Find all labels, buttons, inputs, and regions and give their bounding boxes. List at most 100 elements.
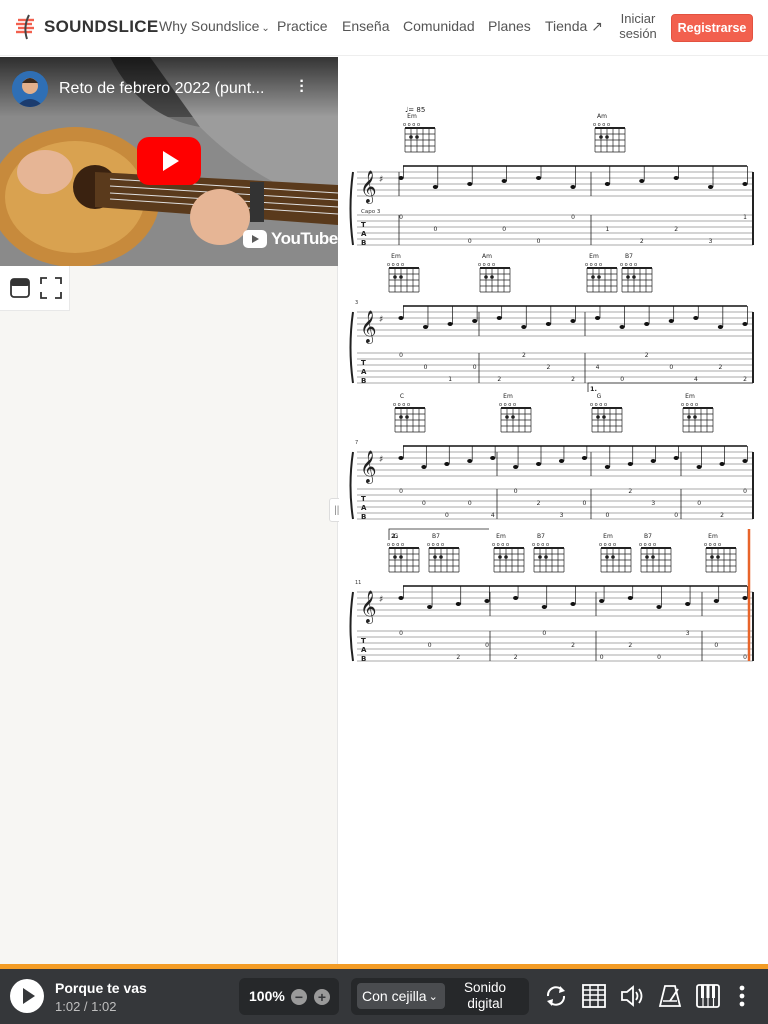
system-4-note [742, 596, 748, 600]
system-2-tab-number: 0 [669, 364, 673, 371]
piano-icon[interactable] [695, 983, 721, 1009]
system-4-chord-2-dot [504, 555, 508, 559]
system-2-note [496, 316, 502, 320]
system-1-treble-clef: 𝄞 [360, 170, 377, 204]
system-3-chord-0-label: C [400, 393, 404, 400]
nav-tienda[interactable]: Tienda ↗ [545, 18, 603, 35]
fretboard-grid-icon[interactable] [581, 983, 607, 1009]
nav-planes[interactable]: Planes [488, 18, 531, 34]
signup-button[interactable]: Registrarse [671, 14, 753, 42]
system-2-chord-1-dot [490, 275, 494, 279]
system-1-tab-number: 0 [571, 214, 575, 221]
system-4-tab-b: B [361, 655, 366, 663]
sound-options: Con cejilla ⌄ Sonido digital [351, 978, 529, 1015]
play-button[interactable] [10, 979, 44, 1013]
system-4-note [398, 596, 404, 600]
system-3-chord-2-dot [602, 415, 606, 419]
notation-score[interactable]: ♩= 85 Capo 3 𝄞 ♯ T A B Em o o o o Am o o o o000000… [339, 57, 768, 964]
more-options-icon[interactable] [732, 983, 752, 1009]
sound-toggle[interactable]: Sonido digital [459, 980, 511, 1012]
system-3-chord-0-dot [405, 415, 409, 419]
zoom-out-icon[interactable]: − [291, 989, 307, 1005]
system-3-note [673, 456, 679, 460]
volume-icon[interactable] [619, 983, 645, 1009]
system-2-tab-number: 4 [694, 376, 698, 383]
system-3-note [742, 459, 748, 463]
system-1-tab-a: A [361, 230, 367, 238]
system-2-tab-number: 2 [497, 376, 501, 383]
video-title[interactable]: Reto de febrero 2022 (punt... [59, 80, 264, 98]
avatar-icon [12, 71, 48, 107]
system-3-chord-2-label: G [597, 393, 602, 400]
system-2-chord-3-dot [632, 275, 636, 279]
system-4-chord-2-dot [498, 555, 502, 559]
layout-toggle-icon[interactable] [10, 278, 30, 298]
system-2-tab-number: 0 [424, 364, 428, 371]
system-4-tab-number: 0 [657, 654, 661, 661]
system-2-chord-3-label: B7 [625, 253, 633, 260]
system-3-tab-number: 3 [560, 512, 564, 519]
system-1-note [398, 176, 404, 180]
system-4-treble-clef: 𝄞 [360, 590, 377, 624]
video-more-icon[interactable]: · · · [296, 74, 308, 100]
nav-why-soundslice[interactable]: Why Soundslice ⌄ [159, 18, 270, 34]
system-2-tab-number: 2 [743, 376, 747, 383]
system-3-note [513, 465, 519, 469]
system-2-tab-number: 1 [448, 376, 452, 383]
nav-ensena[interactable]: Enseña [342, 18, 389, 34]
system-4-chord-0-dot [393, 555, 397, 559]
system-3-tab-number: 4 [491, 512, 495, 519]
youtube-play-icon[interactable] [137, 137, 201, 185]
system-4-chord-3-dot [544, 555, 548, 559]
system-3-tab-number: 0 [445, 512, 449, 519]
system-2-measure-number: 3 [355, 300, 358, 306]
system-4-chord-1-dot [439, 555, 443, 559]
system-4-note [427, 605, 433, 609]
channel-avatar[interactable] [12, 71, 48, 107]
zoom-in-icon[interactable]: + [314, 989, 330, 1005]
nav-comunidad[interactable]: Comunidad [403, 18, 475, 34]
system-2-tab-number: 0 [620, 376, 624, 383]
system-3-chord-3-dot [687, 415, 691, 419]
system-3-tab-number: 0 [674, 512, 678, 519]
login-link[interactable]: Iniciar sesión [619, 11, 657, 41]
loop-icon[interactable] [543, 983, 569, 1009]
system-2-key-signature: ♯ [379, 315, 383, 325]
fullscreen-icon[interactable] [40, 277, 62, 299]
system-3-tab-number: 0 [422, 500, 426, 507]
system-2-note [742, 322, 748, 326]
system-3-tab-t: T [361, 495, 366, 503]
system-4-note [513, 596, 519, 600]
view-tools [0, 266, 70, 311]
metronome-icon[interactable] [657, 983, 683, 1009]
system-2-chord-1-label: Am [482, 253, 492, 260]
zoom-control: 100% − + [239, 978, 339, 1015]
system-2-chord-0-dot [393, 275, 397, 279]
nav-practice[interactable]: Practice [277, 18, 328, 34]
youtube-logo[interactable]: YouTube [243, 229, 338, 249]
system-4-note [627, 596, 633, 600]
capo-select[interactable]: Con cejilla ⌄ [357, 983, 445, 1009]
system-1-note [501, 179, 507, 183]
system-4-chord-3-dot [538, 555, 542, 559]
system-3-tab-number: 2 [720, 512, 724, 519]
capo-label: Capo 3 [361, 209, 381, 215]
soundslice-logo[interactable]: SOUNDSLICE [14, 14, 158, 40]
system-4-tab-number: 2 [571, 642, 575, 649]
youtube-video[interactable]: Reto de febrero 2022 (punt... · · · YouTub… [0, 57, 338, 266]
system-4-tab-number: 2 [514, 654, 518, 661]
system-2-note [398, 316, 404, 320]
system-1-tab-number: 1 [743, 214, 747, 221]
nav-why-soundslice-label: Why Soundslice [159, 18, 260, 34]
system-3-brace [349, 451, 354, 520]
system-1-tab-number: 3 [709, 238, 713, 245]
system-1-chord-1-dot [605, 135, 609, 139]
player-bar: Porque te vas 1:02 / 1:02 100% − + Con c… [0, 964, 768, 1024]
system-4-chord-0-dot [399, 555, 403, 559]
system-3-tab-number: 2 [628, 488, 632, 495]
system-4-chord-5-label: B7 [644, 533, 652, 540]
ending-2-label: 2. [391, 532, 398, 540]
system-4-note [713, 599, 719, 603]
system-4-note [541, 605, 547, 609]
system-4-tab-number: 0 [743, 654, 747, 661]
